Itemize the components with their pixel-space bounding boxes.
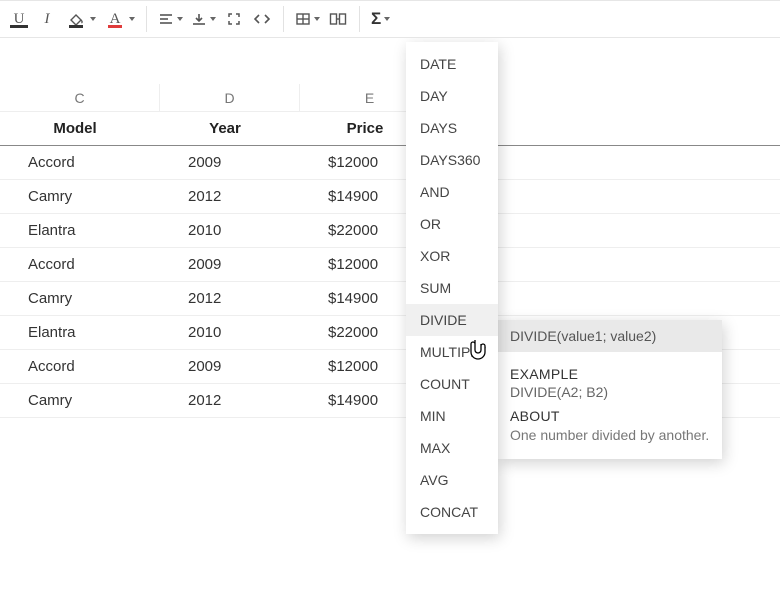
- table-icon: [295, 11, 311, 27]
- insert-table-button[interactable]: [292, 11, 323, 27]
- function-item-days360[interactable]: DAYS360: [406, 144, 498, 176]
- table-row: Accord2009$12000: [0, 146, 780, 180]
- cell-year[interactable]: 2009: [160, 350, 300, 383]
- underline-button[interactable]: U: [6, 6, 32, 32]
- cell-model[interactable]: Accord: [0, 146, 160, 179]
- split-cell-icon: [329, 11, 347, 27]
- functions-dropdown: DATEDAYDAYSDAYS360ANDORXORSUMDIVIDEMULTI…: [406, 42, 498, 534]
- tooltip-example: DIVIDE(A2; B2): [510, 384, 710, 400]
- function-item-or[interactable]: OR: [406, 208, 498, 240]
- column-header[interactable]: C: [0, 84, 160, 112]
- cell-model[interactable]: Camry: [0, 384, 160, 417]
- column-headers-row: C D E: [0, 84, 780, 112]
- italic-button[interactable]: I: [34, 6, 60, 32]
- function-item-min[interactable]: MIN: [406, 400, 498, 432]
- toolbar-separator: [359, 6, 360, 32]
- cell-year[interactable]: 2009: [160, 248, 300, 281]
- function-item-max[interactable]: MAX: [406, 432, 498, 464]
- tooltip-about-label: ABOUT: [510, 408, 710, 424]
- cell-year[interactable]: 2009: [160, 146, 300, 179]
- function-tooltip: DIVIDE(value1; value2) EXAMPLE DIVIDE(A2…: [498, 320, 722, 459]
- chevron-down-icon: [384, 17, 390, 21]
- toolbar: U I A: [0, 0, 780, 38]
- expand-icon: [226, 11, 242, 27]
- column-header[interactable]: D: [160, 84, 300, 112]
- cell-year[interactable]: 2012: [160, 282, 300, 315]
- function-item-count[interactable]: COUNT: [406, 368, 498, 400]
- function-item-days[interactable]: DAYS: [406, 112, 498, 144]
- cell-year[interactable]: 2012: [160, 384, 300, 417]
- cell-year[interactable]: 2010: [160, 316, 300, 349]
- cell-model[interactable]: Accord: [0, 248, 160, 281]
- tooltip-about: One number divided by another.: [510, 426, 710, 445]
- cell-model[interactable]: Camry: [0, 282, 160, 315]
- cell-model[interactable]: Accord: [0, 350, 160, 383]
- table-row: Camry2012$14900: [0, 282, 780, 316]
- fill-color-button[interactable]: [62, 6, 99, 32]
- spreadsheet: C D E Model Year Price Accord2009$12000C…: [0, 38, 780, 595]
- chevron-down-icon: [210, 17, 216, 21]
- table-header-cell[interactable]: Model: [0, 112, 160, 145]
- function-item-date[interactable]: DATE: [406, 48, 498, 80]
- chevron-down-icon: [177, 17, 183, 21]
- tooltip-example-label: EXAMPLE: [510, 366, 710, 382]
- functions-button[interactable]: Σ: [368, 9, 393, 29]
- toolbar-separator: [146, 6, 147, 32]
- function-item-divide[interactable]: DIVIDE: [406, 304, 498, 336]
- align-left-icon: [158, 11, 174, 27]
- tooltip-signature: DIVIDE(value1; value2): [498, 320, 722, 352]
- function-item-concat[interactable]: CONCAT: [406, 496, 498, 528]
- chevron-down-icon: [90, 17, 96, 21]
- table-row: Elantra2010$22000: [0, 214, 780, 248]
- font-color-button[interactable]: A: [101, 6, 138, 32]
- toolbar-separator: [283, 6, 284, 32]
- cell-model[interactable]: Camry: [0, 180, 160, 213]
- function-item-and[interactable]: AND: [406, 176, 498, 208]
- horizontal-align-button[interactable]: [155, 11, 186, 27]
- cell-model[interactable]: Elantra: [0, 316, 160, 349]
- italic-icon: I: [45, 11, 50, 28]
- sigma-icon: Σ: [371, 9, 381, 29]
- function-item-avg[interactable]: AVG: [406, 464, 498, 496]
- chevron-down-icon: [314, 17, 320, 21]
- table-row: Camry2012$14900: [0, 180, 780, 214]
- table-row: Accord2009$12000: [0, 248, 780, 282]
- code-icon: [253, 11, 271, 27]
- chevron-down-icon: [129, 17, 135, 21]
- fullscreen-button[interactable]: [221, 6, 247, 32]
- table-header-cell[interactable]: Year: [160, 112, 300, 145]
- function-item-sum[interactable]: SUM: [406, 272, 498, 304]
- table-header-row: Model Year Price: [0, 112, 780, 146]
- vertical-align-button[interactable]: [188, 11, 219, 27]
- function-item-day[interactable]: DAY: [406, 80, 498, 112]
- merge-cells-button[interactable]: [325, 6, 351, 32]
- function-item-multiply[interactable]: MULTIPLY: [406, 336, 498, 368]
- cell-year[interactable]: 2012: [160, 180, 300, 213]
- function-item-xor[interactable]: XOR: [406, 240, 498, 272]
- cell-year[interactable]: 2010: [160, 214, 300, 247]
- cell-model[interactable]: Elantra: [0, 214, 160, 247]
- code-button[interactable]: [249, 6, 275, 32]
- align-bottom-icon: [191, 11, 207, 27]
